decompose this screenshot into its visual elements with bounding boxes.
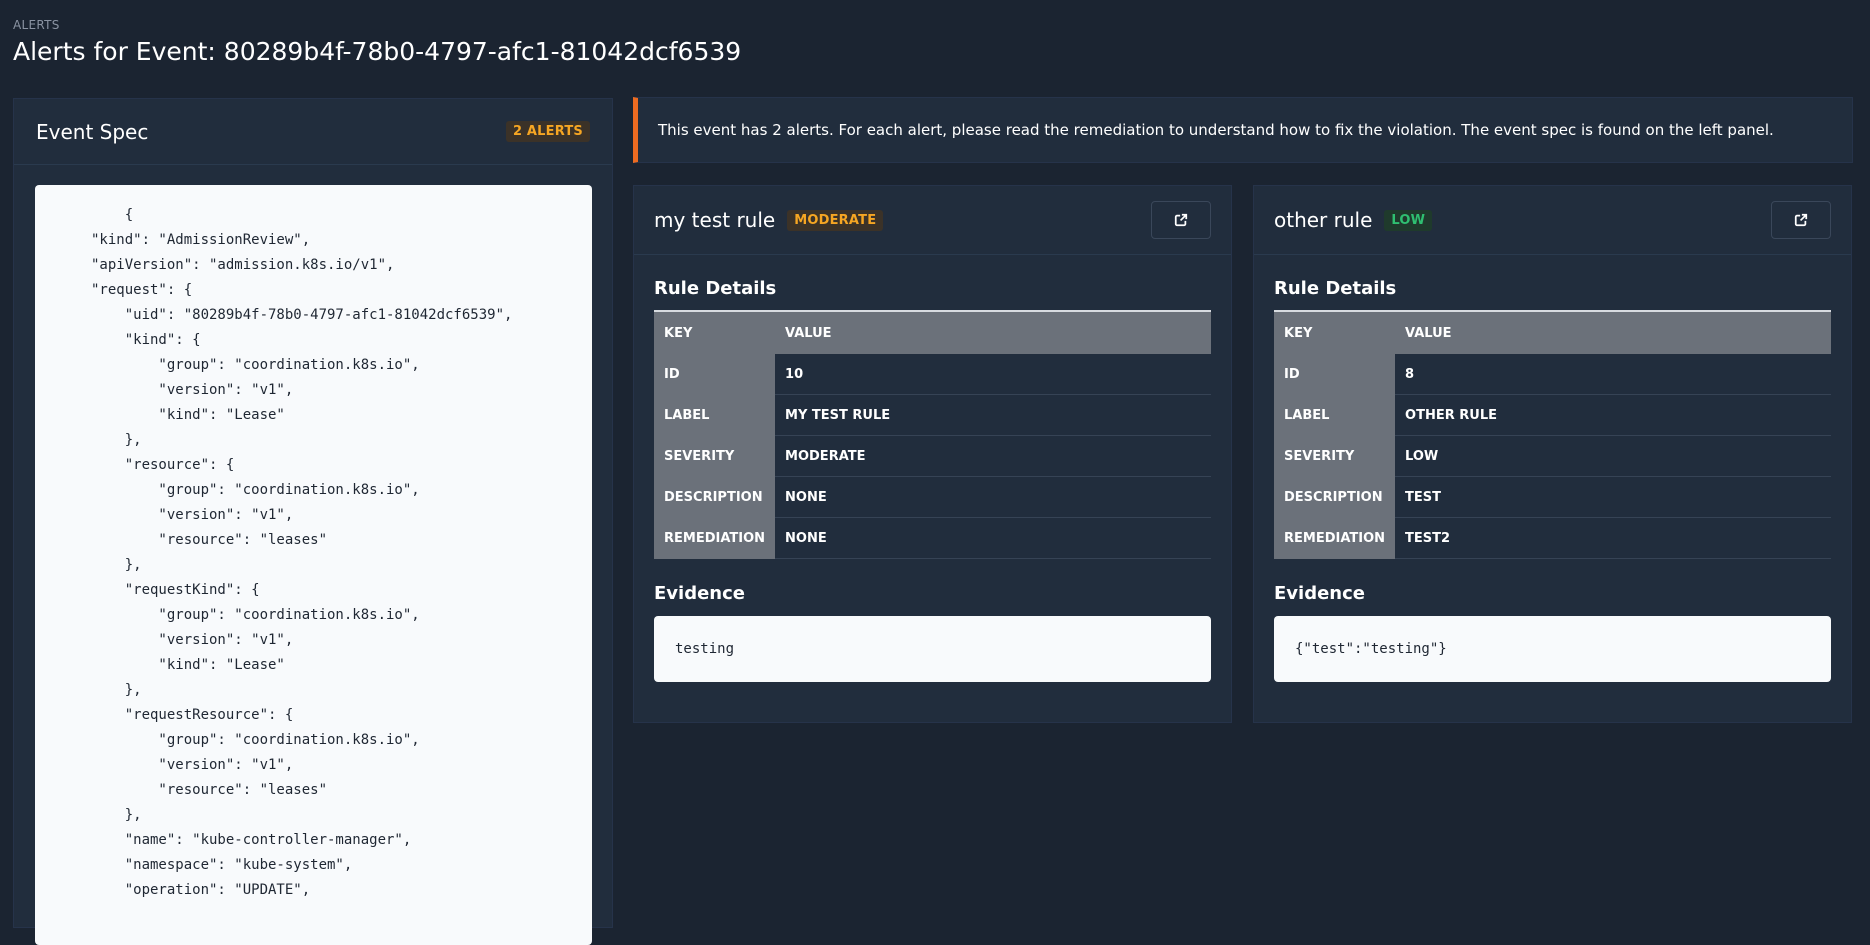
row-key: ID [1274, 354, 1396, 395]
code-line: "apiVersion": "admission.k8s.io/v1", [91, 257, 395, 273]
alert-rule-title: other rule [1274, 208, 1373, 232]
row-key: LABEL [654, 394, 776, 436]
row-value: TEST [1395, 476, 1831, 518]
table-row: REMEDIATION TEST2 [1274, 517, 1831, 559]
table-row: REMEDIATION NONE [654, 517, 1211, 559]
row-key: LABEL [1274, 394, 1396, 436]
evidence-title: Evidence [654, 583, 745, 604]
row-value: NONE [775, 476, 1211, 518]
code-line: "group": "coordination.k8s.io", [91, 732, 420, 748]
table-row: SEVERITY MODERATE [654, 435, 1211, 477]
severity-badge: MODERATE [787, 209, 884, 231]
code-line: }, [91, 557, 142, 573]
evidence-text: {"test":"testing"} [1295, 641, 1447, 657]
code-line: "resource": "leases" [91, 532, 328, 548]
table-header-key: KEY [654, 310, 776, 354]
rule-details-title: Rule Details [1274, 278, 1397, 299]
evidence-title: Evidence [1274, 583, 1365, 604]
info-banner: This event has 2 alerts. For each alert,… [633, 97, 1853, 163]
row-value: NONE [775, 517, 1211, 559]
table-row: DESCRIPTION TEST [1274, 476, 1831, 518]
row-key: REMEDIATION [1274, 517, 1396, 559]
code-line: }, [91, 682, 142, 698]
open-rule-button[interactable] [1771, 201, 1831, 239]
alerts-count-badge: 2 ALERTS [505, 121, 590, 142]
info-banner-text: This event has 2 alerts. For each alert,… [658, 121, 1774, 139]
evidence-box[interactable]: {"test":"testing"} [1274, 616, 1831, 682]
table-row: LABEL OTHER RULE [1274, 394, 1831, 436]
code-line: }, [91, 807, 142, 823]
code-line: "group": "coordination.k8s.io", [91, 357, 420, 373]
code-line: "version": "v1", [91, 757, 294, 773]
event-spec-panel: Event Spec 2 ALERTS { "kind": "Admission… [13, 98, 613, 945]
code-line: "requestResource": { [91, 707, 294, 723]
code-line: "group": "coordination.k8s.io", [91, 607, 420, 623]
code-line: "uid": "80289b4f-78b0-4797-afc1-81042dcf… [91, 307, 513, 323]
rule-details-table: KEY VALUE ID 8 LABEL OTHER RULE SEVERITY LO… [1274, 310, 1831, 559]
code-line: "resource": { [91, 457, 235, 473]
table-row: SEVERITY LOW [1274, 435, 1831, 477]
code-line: "resource": "leases" [91, 782, 328, 798]
code-line: "request": { [91, 282, 193, 298]
code-line: "version": "v1", [91, 507, 294, 523]
severity-badge: LOW [1384, 209, 1433, 231]
row-key: DESCRIPTION [654, 476, 776, 518]
code-line: { [91, 207, 134, 223]
table-header-value: VALUE [775, 310, 1211, 354]
event-spec-title: Event Spec [36, 119, 149, 144]
evidence-text: testing [675, 641, 735, 657]
row-key: SEVERITY [1274, 435, 1396, 477]
row-value: LOW [1395, 435, 1831, 477]
table-row: ID 10 [654, 354, 1211, 395]
code-line: "namespace": "kube-system", [91, 857, 353, 873]
table-header-key: KEY [1274, 310, 1396, 354]
row-key: DESCRIPTION [1274, 476, 1396, 518]
row-value: TEST2 [1395, 517, 1831, 559]
alert-rule-title: my test rule [654, 208, 776, 232]
code-line: "kind": "Lease" [91, 657, 285, 673]
external-link-icon [1794, 213, 1808, 227]
rule-details-table: KEY VALUE ID 10 LABEL MY TEST RULE SEVERIT… [654, 310, 1211, 559]
event-spec-code[interactable]: { "kind": "AdmissionReview", "apiVersion… [35, 185, 592, 945]
row-value: 8 [1395, 354, 1831, 395]
event-spec-header: Event Spec 2 ALERTS [14, 99, 612, 165]
code-line: "name": "kube-controller-manager", [91, 832, 412, 848]
page-title: Alerts for Event: 80289b4f-78b0-4797-afc… [13, 37, 742, 66]
row-value: MODERATE [775, 435, 1211, 477]
open-rule-button[interactable] [1151, 201, 1211, 239]
code-line: "kind": "Lease" [91, 407, 285, 423]
alert-card: my test rule MODERATE Rule Details KEY V… [633, 185, 1232, 723]
alert-card-header: other rule LOW [1254, 186, 1851, 255]
table-row: ID 8 [1274, 354, 1831, 395]
evidence-box[interactable]: testing [654, 616, 1211, 682]
table-row: DESCRIPTION NONE [654, 476, 1211, 518]
row-value: MY TEST RULE [775, 394, 1211, 436]
table-row: LABEL MY TEST RULE [654, 394, 1211, 436]
code-line: "kind": "AdmissionReview", [91, 232, 311, 248]
row-value: OTHER RULE [1395, 394, 1831, 436]
row-key: SEVERITY [654, 435, 776, 477]
code-line: "kind": { [91, 332, 201, 348]
external-link-icon [1174, 213, 1188, 227]
code-line: "operation": "UPDATE", [91, 882, 311, 898]
row-key: ID [654, 354, 776, 395]
row-value: 10 [775, 354, 1211, 395]
table-header-value: VALUE [1395, 310, 1831, 354]
page-eyebrow: ALERTS [13, 18, 60, 32]
alert-card: other rule LOW Rule Details KEY VALUE ID… [1253, 185, 1852, 723]
row-key: REMEDIATION [654, 517, 776, 559]
code-line: "requestKind": { [91, 582, 260, 598]
code-line: "version": "v1", [91, 382, 294, 398]
code-line: "version": "v1", [91, 632, 294, 648]
rule-details-title: Rule Details [654, 278, 777, 299]
code-line: }, [91, 432, 142, 448]
code-line: "group": "coordination.k8s.io", [91, 482, 420, 498]
alert-card-header: my test rule MODERATE [634, 186, 1231, 255]
